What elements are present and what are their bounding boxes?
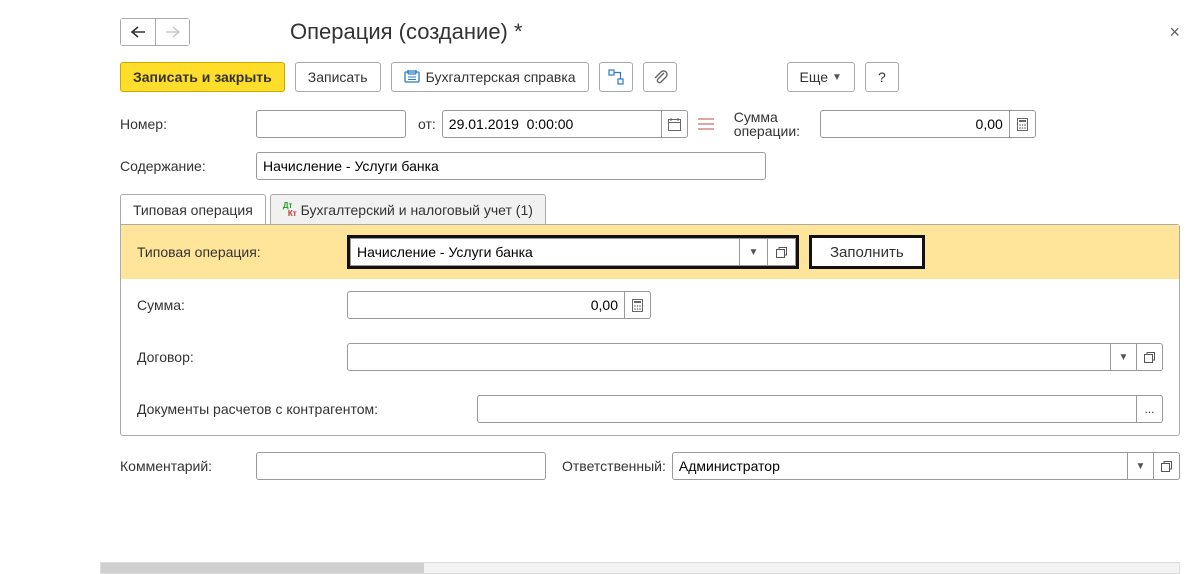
- typical-op-label: Типовая операция:: [137, 244, 347, 260]
- settlement-docs-input[interactable]: [477, 395, 1137, 423]
- dropdown-icon[interactable]: ▼: [740, 238, 768, 266]
- sum-op-label: Сумма операции:: [734, 110, 814, 138]
- from-label: от:: [418, 116, 436, 132]
- typical-op-group: ▼: [347, 235, 799, 269]
- nav-back-button[interactable]: [121, 19, 155, 45]
- sum-group: [347, 291, 651, 319]
- number-input[interactable]: [256, 110, 406, 138]
- contract-label: Договор:: [137, 349, 347, 365]
- open-icon-3[interactable]: [1154, 452, 1180, 480]
- sum-input[interactable]: [347, 291, 625, 319]
- calendar-icon[interactable]: [662, 110, 688, 138]
- row-sum: Сумма:: [121, 279, 1179, 331]
- sum-label: Сумма:: [137, 297, 347, 313]
- attach-button[interactable]: [643, 62, 677, 92]
- save-and-close-button[interactable]: Записать и закрыть: [120, 62, 285, 92]
- ellipsis-icon[interactable]: ...: [1137, 395, 1163, 423]
- responsible-input[interactable]: [672, 452, 1128, 480]
- accounting-reference-label: Бухгалтерская справка: [426, 69, 576, 85]
- tab-ledger-label: Бухгалтерский и налоговый учет (1): [301, 202, 533, 218]
- tabs-area: Типовая операция ДтКт Бухгалтерский и на…: [120, 194, 1180, 436]
- page-title: Операция (создание) *: [290, 19, 523, 45]
- calculator-icon[interactable]: [1010, 110, 1036, 138]
- date-group: [442, 110, 688, 138]
- comment-input[interactable]: [256, 452, 546, 480]
- close-icon[interactable]: ×: [1169, 22, 1180, 43]
- row-settlement-docs: Документы расчетов с контрагентом: ...: [121, 383, 1179, 435]
- dropdown-icon-3[interactable]: ▼: [1128, 452, 1154, 480]
- nav-forward-button[interactable]: [155, 19, 189, 45]
- toolbar: Записать и закрыть Записать Бухгалтерска…: [120, 62, 1180, 92]
- open-icon-2[interactable]: [1137, 343, 1163, 371]
- settlement-docs-label: Документы расчетов с контрагентом:: [137, 401, 477, 417]
- number-label: Номер:: [120, 116, 250, 132]
- tab-body: Типовая операция: ▼ Заполнить Сумма: Дог…: [120, 224, 1180, 436]
- scrollbar-thumb[interactable]: [101, 563, 424, 573]
- contract-input[interactable]: [347, 343, 1111, 371]
- typical-op-input[interactable]: [350, 238, 740, 266]
- content-label: Содержание:: [120, 158, 250, 174]
- row-footer: Комментарий: Ответственный: ▼: [120, 452, 1180, 480]
- nav-group: [120, 18, 190, 46]
- save-button[interactable]: Записать: [295, 62, 381, 92]
- horizontal-scrollbar[interactable]: [100, 562, 1180, 574]
- row-number: Номер: от: Сумма операции:: [120, 110, 1180, 138]
- dtkt-icon: ДтКт: [283, 202, 297, 218]
- more-label: Еще: [800, 69, 829, 85]
- sum-op-group: [820, 110, 1036, 138]
- accounting-reference-button[interactable]: Бухгалтерская справка: [391, 62, 589, 92]
- structure-button[interactable]: [599, 62, 633, 92]
- help-button[interactable]: ?: [865, 62, 899, 92]
- row-content: Содержание:: [120, 152, 1180, 180]
- tab-strip: Типовая операция ДтКт Бухгалтерский и на…: [120, 194, 1180, 224]
- calculator-icon-2[interactable]: [625, 291, 651, 319]
- settlement-docs-group: ...: [477, 395, 1163, 423]
- tab-typical-operation[interactable]: Типовая операция: [120, 194, 266, 224]
- header-row: Операция (создание) * ×: [20, 18, 1180, 46]
- tab-accounting-ledger[interactable]: ДтКт Бухгалтерский и налоговый учет (1): [270, 194, 546, 224]
- comment-label: Комментарий:: [120, 458, 250, 474]
- more-button[interactable]: Еще ▼: [787, 62, 855, 92]
- list-icon[interactable]: [698, 118, 714, 131]
- responsible-group: ▼: [672, 452, 1180, 480]
- responsible-label: Ответственный:: [562, 458, 666, 474]
- row-typical-operation: Типовая операция: ▼ Заполнить: [121, 225, 1179, 279]
- sum-op-input[interactable]: [820, 110, 1010, 138]
- row-contract: Договор: ▼: [121, 331, 1179, 383]
- date-input[interactable]: [442, 110, 662, 138]
- fill-button[interactable]: Заполнить: [809, 235, 925, 269]
- open-icon[interactable]: [768, 238, 796, 266]
- content-input[interactable]: [256, 152, 766, 180]
- tab-typical-label: Типовая операция: [133, 202, 253, 218]
- contract-group: ▼: [347, 343, 1163, 371]
- dropdown-icon-2[interactable]: ▼: [1111, 343, 1137, 371]
